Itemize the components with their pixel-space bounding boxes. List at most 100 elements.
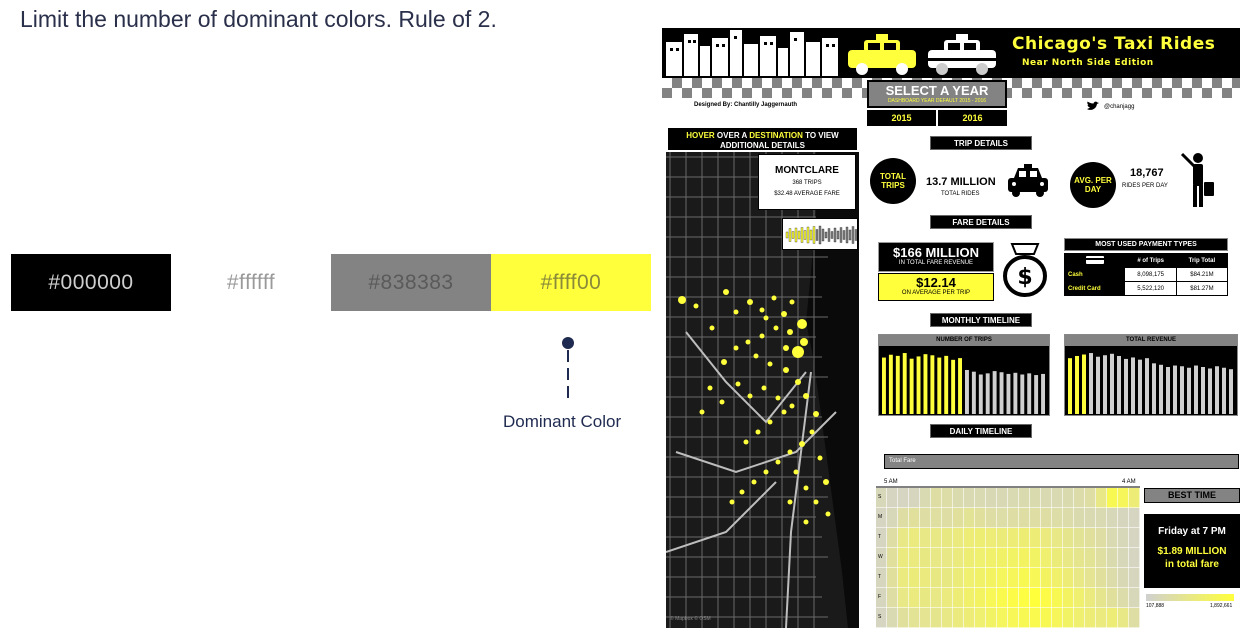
year-button-2016[interactable]: 2016 (938, 110, 1007, 126)
heatmap-cell (887, 488, 898, 508)
designer-credit: Designed By: Chantilly Jaggernauth (694, 102, 798, 108)
heatmap-cell (997, 548, 1008, 568)
heatmap-cell (1074, 488, 1085, 508)
year-selector: SELECT A YEAR DASHBOARD YEAR DEFAULT 201… (867, 80, 1007, 108)
heatmap-cell (1129, 568, 1140, 588)
legend-min-label: 107,888 (1146, 603, 1165, 609)
destination-dot (745, 339, 751, 345)
destination-dot (787, 449, 793, 455)
heatmap-cell (1008, 548, 1019, 568)
heatmap-cell (1096, 528, 1107, 548)
tooltip-fare: $32.48 AVERAGE FARE (774, 191, 840, 197)
heatmap-cell (1118, 548, 1129, 568)
destination-dot (759, 307, 765, 313)
heatmap-cell (964, 608, 975, 628)
heatmap-cell (898, 568, 909, 588)
fare-details-header: FARE DETAILS (930, 215, 1032, 229)
monthly-trips-title: NUMBER OF TRIPS (879, 335, 1049, 346)
total-fare-value: $166 MILLION (893, 245, 979, 260)
heatmap-cell (887, 588, 898, 608)
best-time-box: Friday at 7 PM $1.89 MILLION in total fa… (1144, 514, 1240, 588)
bar (930, 355, 935, 414)
monthly-trips-chart: NUMBER OF TRIPS (878, 334, 1050, 416)
destination-dot (678, 296, 686, 304)
monthly-revenue-title: TOTAL REVENUE (1065, 335, 1237, 346)
heatmap-cell (1096, 508, 1107, 528)
heatmap-cell (1096, 488, 1107, 508)
heatmap-cell (986, 528, 997, 548)
heatmap-cell (1074, 568, 1085, 588)
destination-dot (781, 409, 787, 415)
payment-type: Credit Card (1063, 281, 1126, 296)
heatmap-cell (898, 548, 909, 568)
destination-dot (813, 499, 819, 505)
destination-dot (817, 455, 823, 461)
heatmap-cell (1030, 588, 1041, 608)
day-label: T (878, 534, 882, 540)
destination-dot (803, 393, 809, 399)
heatmap-cell (931, 528, 942, 548)
day-label: F (878, 594, 882, 600)
heatmap-cell (964, 548, 975, 568)
destination-dot (773, 325, 779, 331)
bar (1180, 366, 1184, 414)
payment-col-trips: # of Trips (1124, 253, 1177, 268)
heatmap-cell (997, 588, 1008, 608)
heatmap-cell (1008, 488, 1019, 508)
heatmap-cell (1008, 508, 1019, 528)
destination-dot (823, 479, 829, 485)
heatmap-cell (1118, 488, 1129, 508)
heatmap-cell (986, 508, 997, 528)
bar (1027, 373, 1032, 414)
heatmap-cell (1019, 608, 1030, 628)
heatmap-cell (1052, 488, 1063, 508)
monthly-revenue-chart: TOTAL REVENUE (1064, 334, 1238, 416)
best-amount-label: in total fare (1165, 559, 1219, 570)
year-button-2015[interactable]: 2015 (867, 110, 936, 126)
heatmap-cell (1107, 568, 1118, 588)
heatmap-grid[interactable] (876, 488, 1140, 628)
destination-dot (699, 409, 705, 415)
twitter-handle[interactable]: @chanjagg (1086, 101, 1134, 112)
monthly-trips-bars[interactable] (879, 346, 1049, 416)
heatmap-cell (1041, 568, 1052, 588)
bar (1068, 358, 1072, 414)
heatmap-cell (975, 528, 986, 548)
bar (916, 356, 921, 414)
bar (1117, 355, 1121, 414)
map-header-destination: DESTINATION (749, 131, 803, 140)
heatmap-cell (1085, 608, 1096, 628)
heatmap-cell (931, 548, 942, 568)
heatmap-cell (942, 508, 953, 528)
total-trips-value: 13.7 MILLION (926, 176, 996, 188)
destination-dot (809, 429, 815, 435)
heatmap-cell (1085, 528, 1096, 548)
heatmap-cell (1019, 588, 1030, 608)
heatmap-cell (964, 588, 975, 608)
destination-dot (771, 295, 777, 301)
twitter-bird-icon (1087, 101, 1099, 110)
total-fare-filter[interactable]: Total Fare (884, 454, 1239, 469)
heatmap-cell (1052, 508, 1063, 528)
monthly-revenue-bars[interactable] (1065, 346, 1237, 416)
heatmap-cell (1074, 608, 1085, 628)
heatmap-cell (1107, 548, 1118, 568)
heatmap-cell (975, 508, 986, 528)
destination-dot (803, 485, 809, 491)
heatmap-cell (887, 568, 898, 588)
bar (1159, 364, 1163, 414)
total-trips-circle: TOTAL TRIPS (870, 158, 916, 204)
heatmap-cell (898, 588, 909, 608)
destination-dot (721, 359, 727, 365)
heatmap-cell (1096, 548, 1107, 568)
heatmap-cell (953, 568, 964, 588)
trip-details-header: TRIP DETAILS (930, 136, 1032, 150)
bar (902, 353, 907, 414)
bar (999, 372, 1004, 414)
dashboard-subtitle: Near North Side Edition (1022, 58, 1154, 68)
heatmap-cell (909, 548, 920, 568)
bar (1173, 365, 1177, 414)
heatmap-cell (986, 608, 997, 628)
bar (1082, 354, 1086, 414)
destination-dot (709, 325, 715, 331)
